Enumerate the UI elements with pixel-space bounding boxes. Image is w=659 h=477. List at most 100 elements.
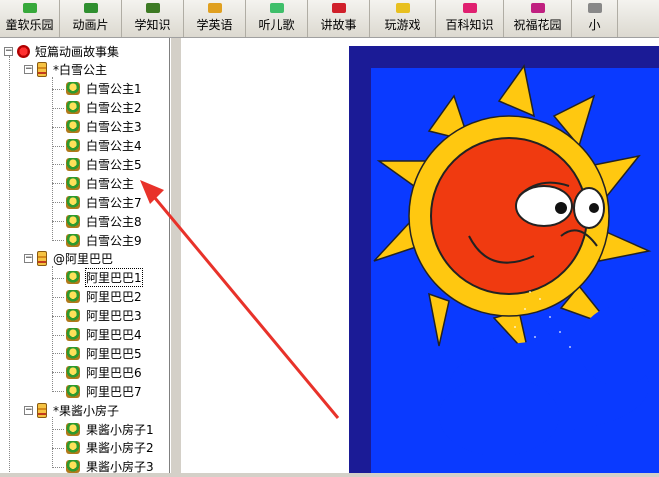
story-item-icon <box>66 460 80 473</box>
story-item-icon <box>66 101 80 115</box>
tree-item-label: 阿里巴巴4 <box>86 328 142 342</box>
sad-sun-illustration <box>349 46 659 473</box>
toolbar-button-0[interactable]: 童软乐园 <box>0 0 60 37</box>
tree-root[interactable]: − 短篇动画故事集 <box>4 42 119 60</box>
toolbar-button-2[interactable]: 学知识 <box>122 0 184 37</box>
tree-item-label: 白雪公主3 <box>86 120 142 135</box>
story-item-icon <box>66 309 80 323</box>
toolbar-button-label: 动画片 <box>72 18 109 32</box>
toolbar-button-label: 祝福花园 <box>513 18 562 32</box>
tree-item-label: 果酱小房子2 <box>86 441 154 456</box>
toolbar-button-label: 学知识 <box>134 18 171 32</box>
tree-story-item[interactable]: 白雪公主2 <box>66 99 142 117</box>
story-item-icon <box>66 120 80 134</box>
tree-item-label: 白雪公主7 <box>86 195 142 210</box>
story-item-icon <box>66 328 80 341</box>
tree-story-item[interactable]: 果酱小房子3 <box>66 458 154 473</box>
tree-item-label: *白雪公主 <box>53 63 108 78</box>
tree-story-item[interactable]: 白雪公主8 <box>66 212 142 230</box>
collapse-toggle[interactable]: − <box>4 46 13 56</box>
toolbar-button-7[interactable]: 百科知识 <box>436 0 504 37</box>
song-icon <box>269 3 284 13</box>
story-item-icon <box>66 365 80 379</box>
game-icon <box>395 3 410 13</box>
tree-story-item[interactable]: 白雪公主4 <box>66 137 142 155</box>
tree-group[interactable]: − *果酱小房子 <box>24 401 119 419</box>
story-item-icon <box>66 422 80 436</box>
tree-item-label: 阿里巴巴7 <box>86 384 142 399</box>
tree-story-item[interactable]: 阿里巴巴7 <box>66 382 142 400</box>
tree-item-label: @阿里巴巴 <box>53 252 114 267</box>
kids-park-icon <box>22 3 37 13</box>
story-item-icon <box>66 290 80 304</box>
root-book-icon <box>17 44 30 58</box>
folder-icon <box>37 251 47 267</box>
collapse-toggle[interactable]: − <box>24 65 33 75</box>
toolbar-button-9[interactable]: 小 <box>572 0 618 37</box>
story-item-icon <box>66 157 80 171</box>
folder-icon <box>37 402 47 418</box>
content-area <box>181 38 659 473</box>
tree-story-item[interactable]: 白雪公主9 <box>66 231 142 249</box>
toolbar-button-4[interactable]: 听儿歌 <box>246 0 308 37</box>
story-item-icon <box>66 441 80 455</box>
tree-item-label: 白雪公主8 <box>86 214 142 229</box>
toolbar-button-label: 讲故事 <box>320 18 357 32</box>
toolbar-button-3[interactable]: 学英语 <box>184 0 246 37</box>
toolbar-button-1[interactable]: 动画片 <box>60 0 122 37</box>
story-item-icon <box>66 176 80 190</box>
knowledge-icon <box>145 3 160 13</box>
tree-story-item[interactable]: 阿里巴巴3 <box>66 307 142 325</box>
cartoon-icon <box>83 3 98 13</box>
blessing-garden-icon <box>530 3 545 13</box>
toolbar-button-8[interactable]: 祝福花园 <box>504 0 572 37</box>
story-item-icon <box>66 384 80 398</box>
cartoon-picture <box>349 46 659 473</box>
tree-story-item[interactable]: 果酱小房子2 <box>66 439 154 457</box>
tree-story-item[interactable]: 阿里巴巴6 <box>66 363 142 381</box>
tree-story-item[interactable]: 阿里巴巴1 <box>66 268 143 288</box>
tree-story-item[interactable]: 白雪公主 <box>66 174 134 192</box>
tree-group[interactable]: − *白雪公主 <box>24 61 107 79</box>
tree-item-label: 白雪公主9 <box>86 233 142 248</box>
tree-item-label: 阿里巴巴5 <box>86 346 142 361</box>
tree-item-label: 白雪公主 <box>86 176 135 191</box>
english-icon <box>207 3 222 13</box>
tree-story-item[interactable]: 阿里巴巴2 <box>66 288 142 306</box>
folder-icon <box>37 62 47 78</box>
toolbar-button-label: 听儿歌 <box>258 18 295 32</box>
encyclopedia-icon <box>462 3 477 13</box>
tree-story-item[interactable]: 阿里巴巴5 <box>66 344 142 362</box>
collapse-toggle[interactable]: − <box>24 405 33 415</box>
tree-item-label: *果酱小房子 <box>53 403 120 418</box>
story-icon <box>331 3 346 13</box>
story-tree: − 短篇动画故事集 − *白雪公主 白雪公主1 白雪公主2 白雪公主3 白雪公主4 白雪公主5 白… <box>0 38 170 473</box>
tree-item-label: 果酱小房子1 <box>86 422 154 437</box>
tree-story-item[interactable]: 阿里巴巴4 <box>66 326 142 344</box>
toolbar-button-label: 百科知识 <box>445 18 494 32</box>
story-item-icon <box>66 214 80 228</box>
story-item-icon <box>66 195 80 209</box>
tree-item-label: 白雪公主1 <box>86 82 142 97</box>
tree-story-item[interactable]: 白雪公主5 <box>66 155 142 173</box>
tree-item-label: 阿里巴巴3 <box>86 309 142 324</box>
tree-story-item[interactable]: 果酱小房子1 <box>66 420 154 438</box>
tree-item-label: 白雪公主5 <box>86 157 142 172</box>
tree-item-label: 白雪公主2 <box>86 101 142 116</box>
toolbar-button-6[interactable]: 玩游戏 <box>370 0 436 37</box>
tree-group[interactable]: − @阿里巴巴 <box>24 250 113 268</box>
story-item-icon <box>66 346 80 360</box>
tree-item-label: 短篇动画故事集 <box>35 44 120 59</box>
collapse-toggle[interactable]: − <box>24 254 33 264</box>
toolbar-button-label: 小 <box>588 18 601 32</box>
toolbar-button-5[interactable]: 讲故事 <box>308 0 370 37</box>
story-item-icon <box>66 82 80 96</box>
tree-item-label: 阿里巴巴1 <box>85 268 143 288</box>
story-item-icon <box>66 271 80 285</box>
toolbar-button-label: 童软乐园 <box>5 18 54 32</box>
toolbar: 童软乐园 动画片 学知识 学英语 听儿歌 讲故事 玩游戏 百科知识 祝福花园 小 <box>0 0 659 38</box>
tree-story-item[interactable]: 白雪公主7 <box>66 193 142 211</box>
tree-story-item[interactable]: 白雪公主1 <box>66 80 142 98</box>
tree-story-item[interactable]: 白雪公主3 <box>66 118 142 136</box>
tree-item-label: 白雪公主4 <box>86 139 142 153</box>
